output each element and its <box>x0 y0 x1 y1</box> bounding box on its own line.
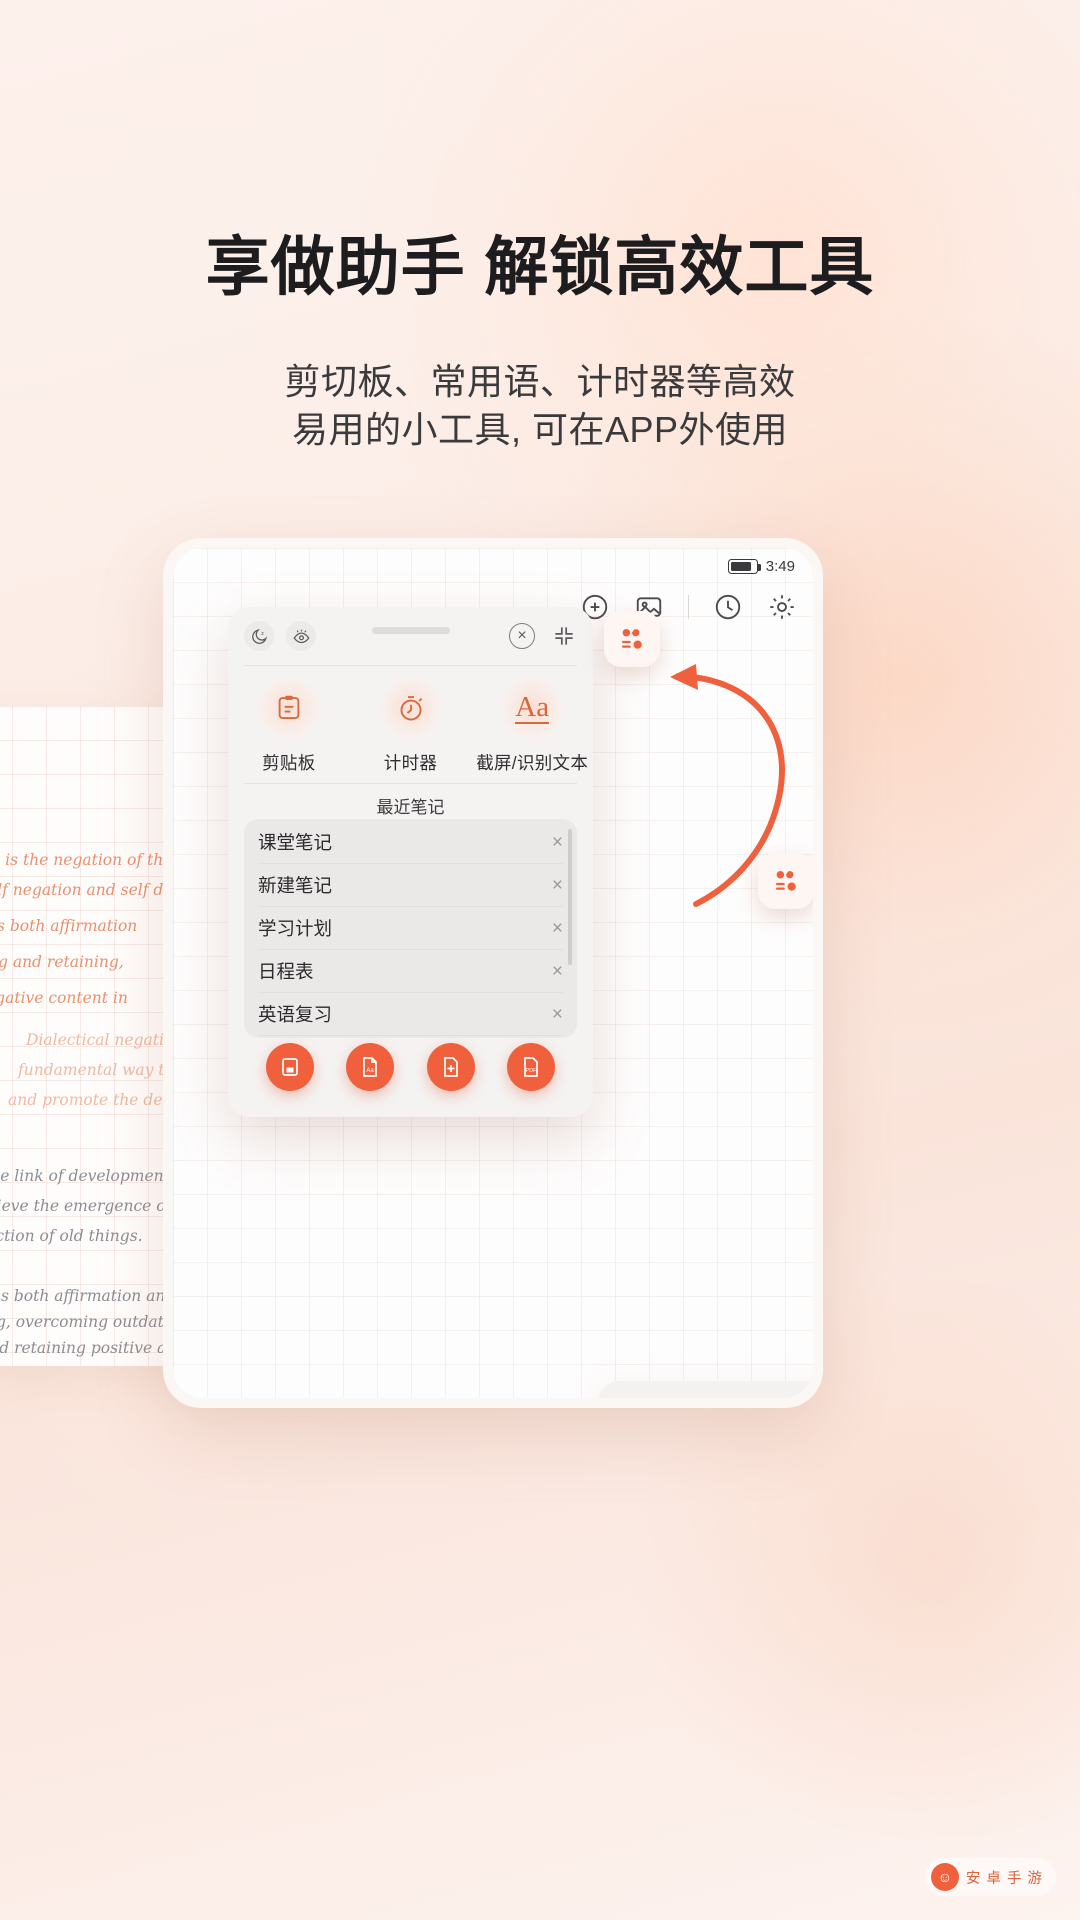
battery-icon <box>727 559 761 574</box>
assistant-launcher-main[interactable] <box>604 611 660 667</box>
page-subtitle-line1: 剪切板、常用语、计时器等高效 <box>284 361 796 402</box>
aa-glyph: Aa <box>515 690 550 725</box>
list-item[interactable]: 新建笔记 × <box>258 864 563 907</box>
close-icon[interactable]: × <box>552 876 563 895</box>
panel-header-left-icons[interactable]: z <box>244 621 316 651</box>
new-blank-note-button[interactable] <box>266 1043 315 1091</box>
handwriting-line: ruction of old things. <box>0 1227 143 1245</box>
status-time: 3:49 <box>765 558 795 575</box>
close-icon[interactable]: × <box>552 962 563 981</box>
timer-icon[interactable] <box>379 677 442 739</box>
handwriting-line: is both affirmation <box>0 917 138 935</box>
scrollbar[interactable] <box>568 829 572 965</box>
svg-text:z: z <box>261 630 264 636</box>
panel-tools-row[interactable]: 剪贴板 计时器 Aa 截屏/识别文本 <box>228 677 593 775</box>
eye-icon[interactable] <box>286 621 316 651</box>
close-icon[interactable]: × <box>552 833 563 852</box>
panel-action-buttons[interactable]: Aa PDF <box>228 1043 593 1091</box>
moon-icon[interactable]: z <box>244 621 274 651</box>
note-title: 日程表 <box>258 961 314 982</box>
clipboard-icon[interactable] <box>257 677 320 739</box>
site-watermark: ☺ 安 卓 手 游 <box>924 1858 1056 1896</box>
list-item[interactable]: 课堂笔记 × <box>258 821 563 864</box>
panel-header-right-icons[interactable]: × <box>509 623 577 649</box>
recent-notes-list[interactable]: 课堂笔记 × 新建笔记 × 学习计划 × 日程表 × 英语复习 × <box>244 819 577 1038</box>
tool-clipboard[interactable]: 剪贴板 <box>228 677 350 775</box>
close-icon[interactable]: × <box>552 1005 563 1024</box>
text-aa-icon[interactable]: Aa <box>501 677 564 739</box>
close-icon[interactable]: × <box>509 623 535 649</box>
panel-header: z × <box>228 607 593 665</box>
mascot-icon: ☺ <box>930 1863 959 1891</box>
close-icon[interactable]: × <box>552 919 563 938</box>
svg-text:PDF: PDF <box>525 1068 537 1074</box>
assistant-logo-icon <box>622 629 642 649</box>
handwriting-line: egative content in <box>0 989 128 1007</box>
tool-label: 剪贴板 <box>262 753 316 773</box>
page-headline: 享做助手 解锁高效工具 <box>205 231 875 303</box>
panel-tools-divider <box>244 783 577 784</box>
tool-timer[interactable]: 计时器 <box>350 677 472 775</box>
collapse-icon[interactable] <box>551 623 577 649</box>
drag-handle[interactable] <box>371 627 450 634</box>
watermark-text: 安 卓 手 游 <box>965 1870 1043 1887</box>
new-doc-note-button[interactable]: Aa <box>346 1043 395 1091</box>
recent-notes-title: 最近笔记 <box>376 798 445 817</box>
list-item[interactable]: 英语复习 × <box>258 993 563 1036</box>
assistant-panel-secondary: × Aa 截屏/识别文本 新建笔记 × 学习计划 <box>598 1381 813 1398</box>
toolbar-divider <box>688 595 689 619</box>
panel-header-divider <box>244 665 577 666</box>
settings-gear-icon[interactable] <box>767 592 797 622</box>
list-item[interactable]: 日程表 × <box>258 950 563 993</box>
assistant-logo-icon <box>776 871 796 891</box>
page-subtitle-line2: 易用的小工具, 可在APP外使用 <box>291 409 789 450</box>
note-title: 新建笔记 <box>258 875 333 896</box>
assistant-launcher-secondary[interactable] <box>758 853 813 909</box>
svg-text:Aa: Aa <box>367 1068 375 1074</box>
tool-text-recognition[interactable]: Aa 截屏/识别文本 <box>471 677 593 775</box>
promo-screenshot: 享做助手 解锁高效工具 剪切板、常用语、计时器等高效 易用的小工具, 可在APP… <box>0 0 1080 1920</box>
note-title: 课堂笔记 <box>258 832 333 853</box>
status-bar: 3:49 <box>727 558 795 575</box>
list-item[interactable]: 学习计划 × <box>258 907 563 950</box>
handwriting-line: ng and retaining, <box>0 953 124 971</box>
tool-label: 截屏/识别文本 <box>476 753 589 773</box>
pdf-import-button[interactable]: PDF <box>506 1043 555 1091</box>
handwriting-line: chieve the emergence of <box>0 1197 171 1215</box>
assistant-panel-main: z × 剪贴板 计时器 Aa 截屏/识别文本 最近笔记 课堂笔记 × 新建笔记 … <box>228 607 593 1117</box>
tool-label: 计时器 <box>383 753 438 773</box>
handwriting-line: the link of development <box>0 1167 170 1185</box>
note-title: 学习计划 <box>258 918 333 939</box>
history-clock-icon[interactable] <box>713 592 743 622</box>
note-title: 英语复习 <box>258 1004 333 1025</box>
import-file-button[interactable] <box>426 1043 475 1091</box>
